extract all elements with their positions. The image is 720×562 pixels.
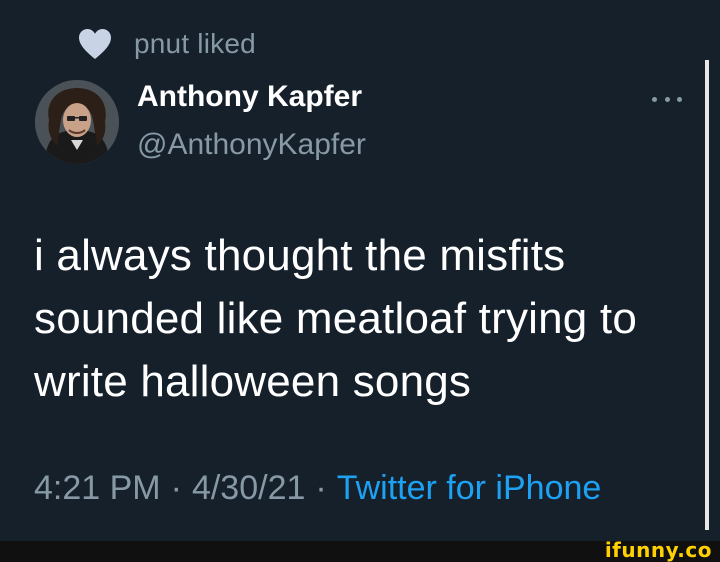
tweet-time: 4:21 PM [34,469,161,507]
author-handle[interactable]: @AnthonyKapfer [137,128,366,162]
tweet-meta: 4:21 PM · 4/30/21 · Twitter for iPhone [34,469,601,508]
liked-activity-row: pnut liked [78,24,256,64]
author-display-name[interactable]: Anthony Kapfer [137,80,362,114]
meta-separator: · [170,469,182,507]
tweet-text: i always thought the misfits sounded lik… [34,224,694,413]
tweet-line: i always thought the misfits [34,231,566,280]
tweet-source-link[interactable]: Twitter for iPhone [337,469,602,507]
tweet-line: sounded like meatloaf trying to [34,294,637,343]
tweet-date: 4/30/21 [191,469,306,507]
liked-by-text: pnut liked [134,28,256,59]
more-dot [652,96,657,102]
more-dot [664,96,670,102]
meta-separator: · [315,469,327,507]
tweet-line: write halloween songs [34,357,472,406]
more-icon[interactable] [652,93,682,105]
avatar-image [35,80,119,164]
ifunny-watermark-logo: ifunny.co [604,538,712,562]
heart-icon [79,29,111,59]
edge-divider [705,60,709,530]
avatar[interactable] [35,80,119,164]
more-dot [677,96,682,102]
tweet-card: pnut liked Anthony Kapfer @AnthonyKapfer… [0,0,720,541]
